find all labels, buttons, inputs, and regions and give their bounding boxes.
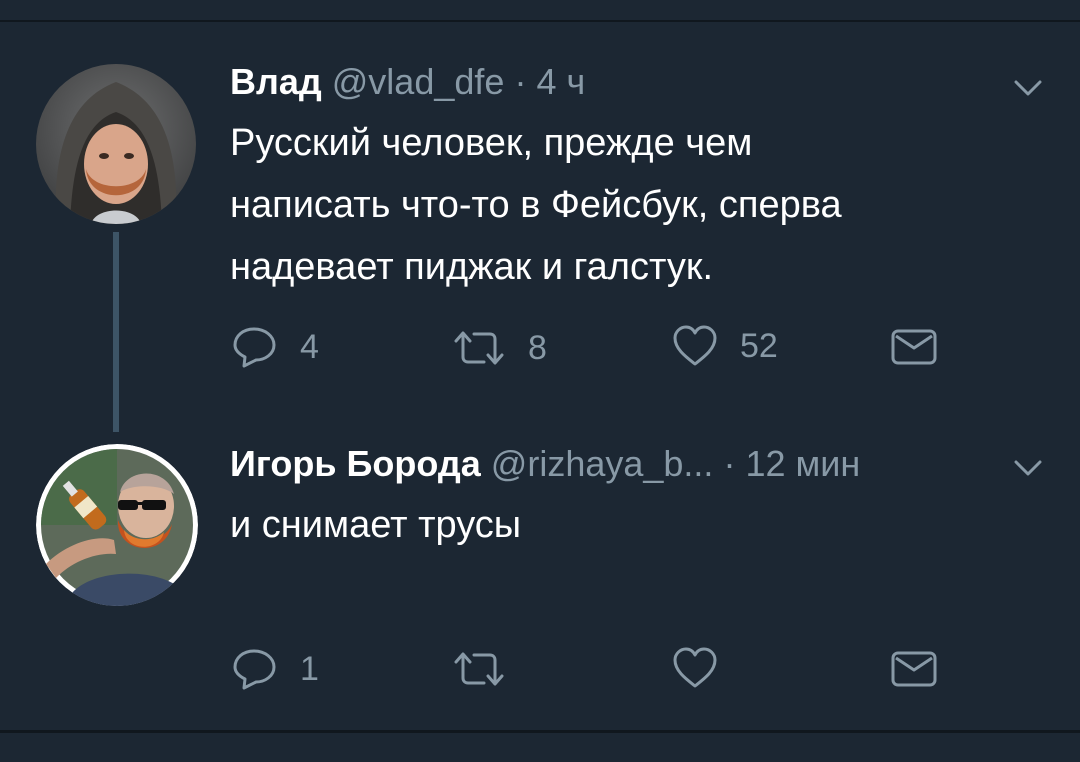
tweet-text-line: надевает пиджак и галстук. <box>230 246 713 288</box>
author-name[interactable]: Игорь Борода <box>230 443 481 484</box>
reply-count: 4 <box>300 328 319 366</box>
tweet-text-line: написать что-то в Фейсбук, сперва <box>230 184 842 226</box>
tweet-timestamp[interactable]: 12 мин <box>745 443 860 484</box>
retweet-icon <box>454 331 504 365</box>
tweet-header: Игорь Борода @rizhaya_b... · 12 мин <box>230 442 860 486</box>
heart-icon <box>673 325 717 366</box>
heart-icon <box>673 647 717 688</box>
bottom-strip <box>0 733 1080 762</box>
chevron-down-icon[interactable] <box>1010 76 1046 100</box>
avatar-igor[interactable] <box>36 444 198 606</box>
top-divider <box>0 20 1080 22</box>
retweet-icon <box>454 652 504 686</box>
tweet-text-line: и снимает трусы <box>230 504 522 546</box>
like-button[interactable] <box>672 646 740 690</box>
header-separator: · <box>723 443 736 484</box>
like-button[interactable]: 52 <box>672 324 778 368</box>
author-name[interactable]: Влад <box>230 61 322 102</box>
retweet-count: 8 <box>528 329 547 367</box>
chevron-down-icon[interactable] <box>1010 456 1046 480</box>
envelope-icon <box>891 651 937 687</box>
tweet-thread: Влад @vlad_dfe · 4 ч Русский человек, пр… <box>0 0 1080 762</box>
avatar-vlad[interactable] <box>36 64 196 224</box>
tweet-text: Русский человек, прежде чем написать что… <box>230 112 1010 298</box>
like-count: 52 <box>740 327 778 365</box>
author-handle[interactable]: @rizhaya_b... <box>491 443 714 484</box>
reply-icon <box>233 327 276 368</box>
retweet-button[interactable]: 8 <box>452 328 547 368</box>
header-separator: · <box>514 61 527 102</box>
reply-button[interactable]: 4 <box>232 326 319 368</box>
envelope-icon <box>891 329 937 365</box>
reply-button[interactable]: 1 <box>232 648 319 690</box>
tweet-header: Влад @vlad_dfe · 4 ч <box>230 60 585 104</box>
reply-icon <box>233 649 276 690</box>
tweet-timestamp[interactable]: 4 ч <box>536 61 585 102</box>
reply-count: 1 <box>300 650 319 688</box>
tweet-text-line: Русский человек, прежде чем <box>230 122 753 164</box>
thread-connector-line <box>113 232 119 432</box>
retweet-button[interactable] <box>452 650 528 688</box>
author-handle[interactable]: @vlad_dfe <box>332 61 505 102</box>
message-button[interactable] <box>890 328 938 366</box>
tweet-text: и снимает трусы <box>230 494 1010 556</box>
message-button[interactable] <box>890 650 938 688</box>
